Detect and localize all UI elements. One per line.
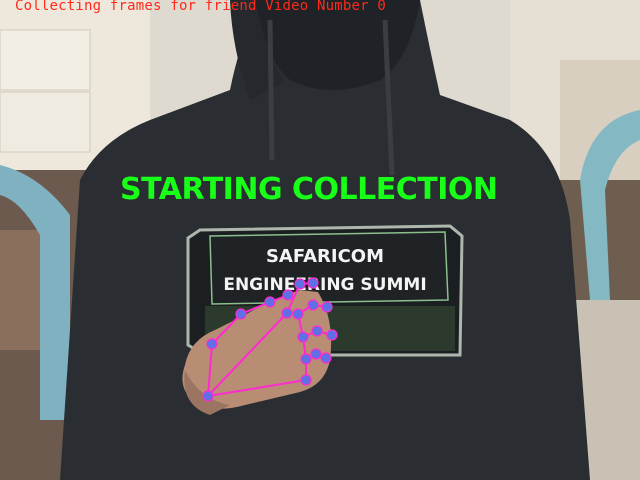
shelf-left-items [0,230,45,350]
landmark-point [307,277,319,289]
collection-status-text: Collecting frames for friend Video Numbe… [15,0,387,14]
cupboard-door-top [0,29,91,91]
camera-scene: SAFARICOM ENGINEERING SUMMI [0,0,640,480]
landmark-point [235,308,247,320]
landmark-point [281,307,293,319]
landmark-point [326,329,338,341]
drawstring-left [267,19,275,161]
landmark-point [264,296,276,308]
landmark-point [206,338,218,350]
landmark-point [292,308,304,320]
landmark-point [320,352,332,364]
hoodie-print-line1: SAFARICOM [266,246,384,267]
starting-collection-banner: STARTING COLLECTION [120,172,498,207]
landmark-point [297,331,309,343]
landmark-point [202,390,214,402]
webcam-frame: SAFARICOM ENGINEERING SUMMI Collecting f… [0,0,640,480]
landmark-point [307,299,319,311]
landmark-point [300,353,312,365]
landmark-point [294,278,306,290]
landmark-point [321,301,333,313]
hoodie-print-line2: ENGINEERING SUMMI [223,275,426,295]
landmark-point [300,374,312,386]
cupboard-door-mid [0,91,91,153]
landmark-point [311,325,323,337]
landmark-point [282,289,294,301]
landmark-point [310,348,322,360]
